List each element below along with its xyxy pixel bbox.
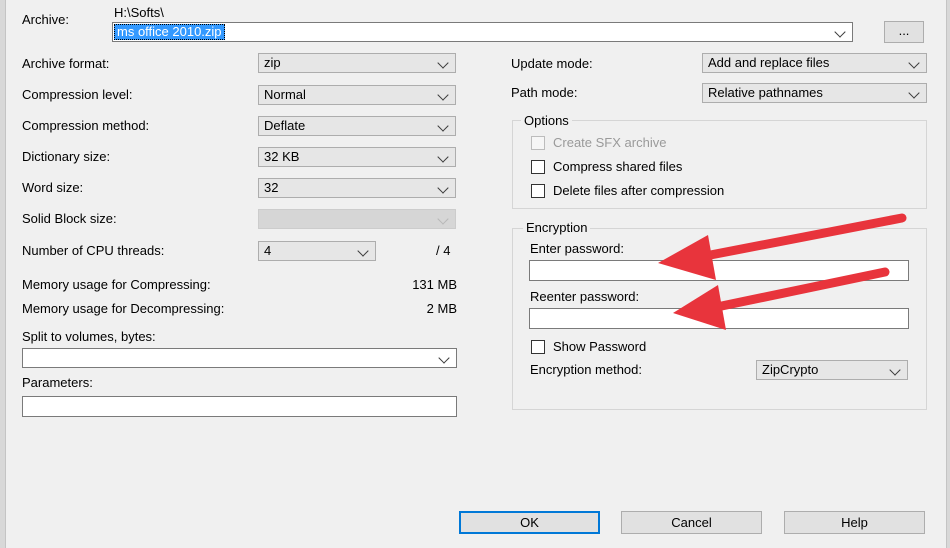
- enter-password-input[interactable]: [529, 260, 909, 281]
- archive-filename-selection[interactable]: ms office 2010.zip: [114, 24, 225, 40]
- word-size-value: 32: [264, 180, 279, 195]
- update-mode-select[interactable]: Add and replace files: [702, 53, 927, 73]
- help-button[interactable]: Help: [784, 511, 925, 534]
- cpu-threads-select[interactable]: 4: [258, 241, 376, 261]
- create-sfx-checkbox: [531, 136, 545, 150]
- cpu-threads-value: 4: [264, 243, 272, 258]
- parameters-label: Parameters:: [22, 375, 93, 390]
- reenter-password-input[interactable]: [529, 308, 909, 329]
- chevron-down-icon[interactable]: [834, 26, 846, 38]
- compression-method-value: Deflate: [264, 118, 306, 133]
- delete-after-label[interactable]: Delete files after compression: [553, 183, 724, 199]
- show-password-checkbox[interactable]: [531, 340, 545, 354]
- archive-format-select[interactable]: zip: [258, 53, 456, 73]
- ok-button[interactable]: OK: [459, 511, 600, 534]
- chevron-down-icon[interactable]: [438, 352, 450, 364]
- delete-after-checkbox[interactable]: [531, 184, 545, 198]
- cpu-threads-label: Number of CPU threads:: [22, 243, 165, 258]
- archive-format-label: Archive format:: [22, 56, 110, 71]
- dictionary-size-label: Dictionary size:: [22, 149, 111, 164]
- show-password-label[interactable]: Show Password: [553, 339, 646, 355]
- chevron-down-icon[interactable]: [437, 182, 449, 194]
- compression-method-label: Compression method:: [22, 118, 150, 133]
- archive-format-value: zip: [264, 55, 281, 70]
- encryption-method-select[interactable]: ZipCrypto: [756, 360, 908, 380]
- chevron-down-icon[interactable]: [437, 57, 449, 69]
- word-size-select[interactable]: 32: [258, 178, 456, 198]
- chevron-down-icon[interactable]: [437, 151, 449, 163]
- create-sfx-label: Create SFX archive: [553, 135, 667, 150]
- compression-level-select[interactable]: Normal: [258, 85, 456, 105]
- encryption-method-label: Encryption method:: [530, 362, 643, 377]
- enter-password-label: Enter password:: [530, 241, 624, 256]
- parameters-input[interactable]: [22, 396, 457, 417]
- chevron-down-icon[interactable]: [437, 89, 449, 101]
- archive-path: H:\Softs\: [114, 5, 164, 20]
- cancel-button[interactable]: Cancel: [621, 511, 762, 534]
- mem-decompress-value: 2 MB: [426, 301, 457, 316]
- browse-button[interactable]: ...: [884, 21, 924, 43]
- chevron-down-icon[interactable]: [357, 245, 369, 257]
- options-title: Options: [521, 113, 572, 129]
- update-mode-label: Update mode:: [511, 56, 593, 71]
- window-frame-right: [946, 0, 950, 548]
- chevron-down-icon[interactable]: [908, 87, 920, 99]
- mem-compress-label: Memory usage for Compressing:: [22, 277, 211, 292]
- compression-level-value: Normal: [264, 87, 306, 102]
- compression-level-label: Compression level:: [22, 87, 133, 102]
- compression-method-select[interactable]: Deflate: [258, 116, 456, 136]
- dictionary-size-value: 32 KB: [264, 149, 300, 164]
- window-frame-left: [0, 0, 6, 548]
- encryption-title: Encryption: [523, 220, 591, 236]
- split-volumes-combo[interactable]: [22, 348, 457, 368]
- mem-decompress-label: Memory usage for Decompressing:: [22, 301, 225, 316]
- compress-shared-checkbox[interactable]: [531, 160, 545, 174]
- archive-label: Archive:: [22, 12, 69, 27]
- path-mode-label: Path mode:: [511, 85, 578, 100]
- solid-block-label: Solid Block size:: [22, 211, 117, 226]
- split-volumes-label: Split to volumes, bytes:: [22, 329, 156, 344]
- word-size-label: Word size:: [22, 180, 84, 195]
- encryption-method-value: ZipCrypto: [762, 362, 819, 377]
- mem-compress-value: 131 MB: [412, 277, 457, 292]
- chevron-down-icon[interactable]: [437, 120, 449, 132]
- reenter-password-label: Reenter password:: [530, 289, 640, 304]
- dictionary-size-select[interactable]: 32 KB: [258, 147, 456, 167]
- solid-block-select: [258, 209, 456, 229]
- path-mode-value: Relative pathnames: [708, 85, 823, 100]
- chevron-down-icon[interactable]: [889, 364, 901, 376]
- chevron-down-icon[interactable]: [908, 57, 920, 69]
- compress-shared-label[interactable]: Compress shared files: [553, 159, 682, 175]
- cpu-threads-max: / 4: [436, 243, 451, 258]
- chevron-down-icon: [437, 213, 449, 225]
- path-mode-select[interactable]: Relative pathnames: [702, 83, 927, 103]
- update-mode-value: Add and replace files: [708, 55, 830, 70]
